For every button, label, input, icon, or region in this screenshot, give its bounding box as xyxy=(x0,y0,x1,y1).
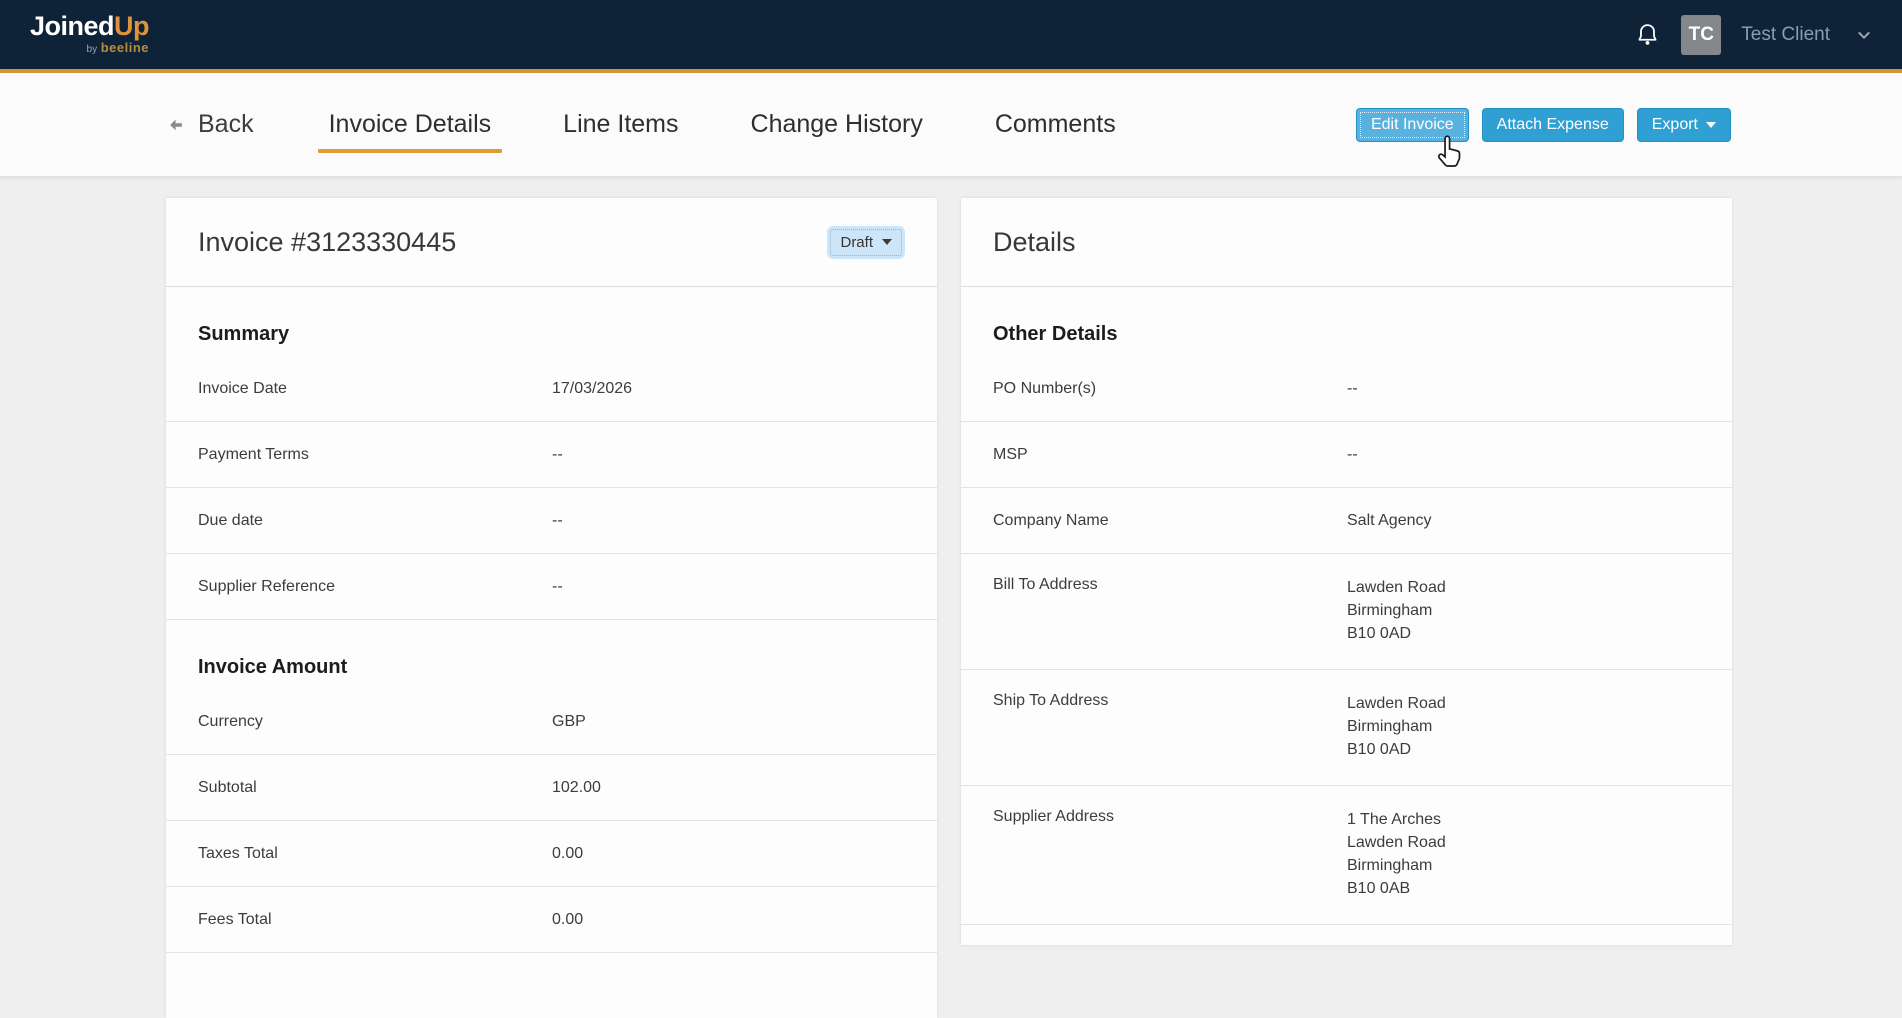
logo-by: by xyxy=(87,44,98,55)
field-label: Taxes Total xyxy=(198,845,552,863)
section-heading-invoice-amount: Invoice Amount xyxy=(198,656,905,679)
section-heading-other-details: Other Details xyxy=(993,323,1700,346)
field-row: Ship To Address Lawden RoadBirminghamB10… xyxy=(961,670,1732,786)
field-label: Bill To Address xyxy=(993,576,1347,594)
invoice-card-header: Invoice #3123330445 Draft xyxy=(166,198,937,287)
tab-label: Change History xyxy=(751,110,923,139)
field-value: 1 The ArchesLawden RoadBirminghamB10 0AB xyxy=(1347,808,1446,900)
top-navigation-bar: JoinedUp by beeline TC Test Client xyxy=(0,0,1902,73)
bell-icon[interactable] xyxy=(1634,21,1661,49)
field-label: Payment Terms xyxy=(198,446,552,464)
invoice-tabs: Invoice Details Line Items Change History C… xyxy=(318,73,1127,176)
field-row: Supplier Reference -- xyxy=(166,554,937,620)
logo-part-up: Up xyxy=(114,11,149,41)
field-value: Salt Agency xyxy=(1347,509,1432,532)
logo-brand: beeline xyxy=(101,40,149,55)
tab[interactable]: Change History xyxy=(740,73,934,176)
back-button[interactable]: Back xyxy=(166,110,254,139)
field-value: -- xyxy=(1347,377,1358,400)
topbar-right-cluster: TC Test Client xyxy=(1634,15,1872,55)
field-row: Subtotal 102.00 xyxy=(166,755,937,821)
field-value: Lawden RoadBirminghamB10 0AD xyxy=(1347,576,1446,645)
field-label: MSP xyxy=(993,446,1347,464)
field-label: Supplier Reference xyxy=(198,578,552,596)
invoice-title: Invoice #3123330445 xyxy=(198,227,456,258)
field-value: 0.00 xyxy=(552,908,583,931)
status-badge[interactable]: Draft xyxy=(827,226,905,259)
field-row: MSP -- xyxy=(961,422,1732,488)
field-row: Due date -- xyxy=(166,488,937,554)
action-button-label: Export xyxy=(1652,116,1698,134)
tab-label: Comments xyxy=(995,110,1116,139)
field-row: Fees Total 0.00 xyxy=(166,887,937,953)
action-buttons: Edit Invoice Attach Expense Export xyxy=(1356,108,1731,142)
field-row: Invoice Date 17/03/2026 xyxy=(166,356,937,422)
field-label: Fees Total xyxy=(198,911,552,929)
action-button[interactable]: Export xyxy=(1637,108,1731,142)
tab[interactable]: Line Items xyxy=(552,73,689,176)
chevron-down-icon[interactable] xyxy=(1856,27,1872,43)
field-row: Payment Terms -- xyxy=(166,422,937,488)
field-label: Currency xyxy=(198,713,552,731)
caret-down-icon xyxy=(1706,122,1716,128)
field-value: 17/03/2026 xyxy=(552,377,632,400)
field-label: Supplier Address xyxy=(993,808,1347,826)
summary-rows: Invoice Date 17/03/2026 Payment Terms --… xyxy=(166,356,937,620)
details-card: Details Other Details PO Number(s) -- MS… xyxy=(961,198,1732,945)
status-label: Draft xyxy=(840,234,873,251)
action-button[interactable]: Edit Invoice xyxy=(1356,108,1469,142)
field-label: Invoice Date xyxy=(198,380,552,398)
field-label: Subtotal xyxy=(198,779,552,797)
details-card-header: Details xyxy=(961,198,1732,287)
field-row: Bill To Address Lawden RoadBirminghamB10… xyxy=(961,554,1732,670)
tab[interactable]: Invoice Details xyxy=(318,73,503,176)
field-value: 102.00 xyxy=(552,776,601,799)
action-button-label: Attach Expense xyxy=(1497,116,1609,134)
back-label: Back xyxy=(198,110,254,139)
back-arrow-icon xyxy=(166,115,186,135)
field-value: Lawden RoadBirminghamB10 0AD xyxy=(1347,692,1446,761)
field-label: Ship To Address xyxy=(993,692,1347,710)
field-value: -- xyxy=(552,443,563,466)
field-row: Company Name Salt Agency xyxy=(961,488,1732,554)
field-value: -- xyxy=(552,509,563,532)
action-button-label: Edit Invoice xyxy=(1371,116,1454,134)
other-details-rows: PO Number(s) -- MSP -- Company Name Salt… xyxy=(961,356,1732,925)
section-heading-summary: Summary xyxy=(198,323,905,346)
tab-label: Invoice Details xyxy=(329,110,492,139)
invoice-toolbar: Back Invoice Details Line Items Change His… xyxy=(0,73,1902,177)
field-value: -- xyxy=(552,575,563,598)
user-name: Test Client xyxy=(1741,24,1830,46)
invoice-card: Invoice #3123330445 Draft Summary Invoic… xyxy=(166,198,937,1018)
avatar[interactable]: TC xyxy=(1681,15,1721,55)
field-label: Due date xyxy=(198,512,552,530)
action-button[interactable]: Attach Expense xyxy=(1482,108,1624,142)
tab[interactable]: Comments xyxy=(984,73,1127,176)
invoice-amount-rows: Currency GBP Subtotal 102.00 Taxes Total… xyxy=(166,689,937,953)
caret-down-icon xyxy=(882,239,892,245)
logo-part-joined: Joined xyxy=(30,11,114,41)
logo-wordmark: JoinedUp xyxy=(30,13,149,40)
field-row: Taxes Total 0.00 xyxy=(166,821,937,887)
details-title: Details xyxy=(993,227,1076,258)
field-row: Supplier Address 1 The ArchesLawden Road… xyxy=(961,786,1732,925)
field-value: 0.00 xyxy=(552,842,583,865)
logo-byline: by beeline xyxy=(87,41,149,55)
field-row: Currency GBP xyxy=(166,689,937,755)
field-label: Company Name xyxy=(993,512,1347,530)
field-value: GBP xyxy=(552,710,586,733)
app-logo[interactable]: JoinedUp by beeline xyxy=(30,13,149,55)
field-row: PO Number(s) -- xyxy=(961,356,1732,422)
field-label: PO Number(s) xyxy=(993,380,1347,398)
tab-label: Line Items xyxy=(563,110,678,139)
field-value: -- xyxy=(1347,443,1358,466)
